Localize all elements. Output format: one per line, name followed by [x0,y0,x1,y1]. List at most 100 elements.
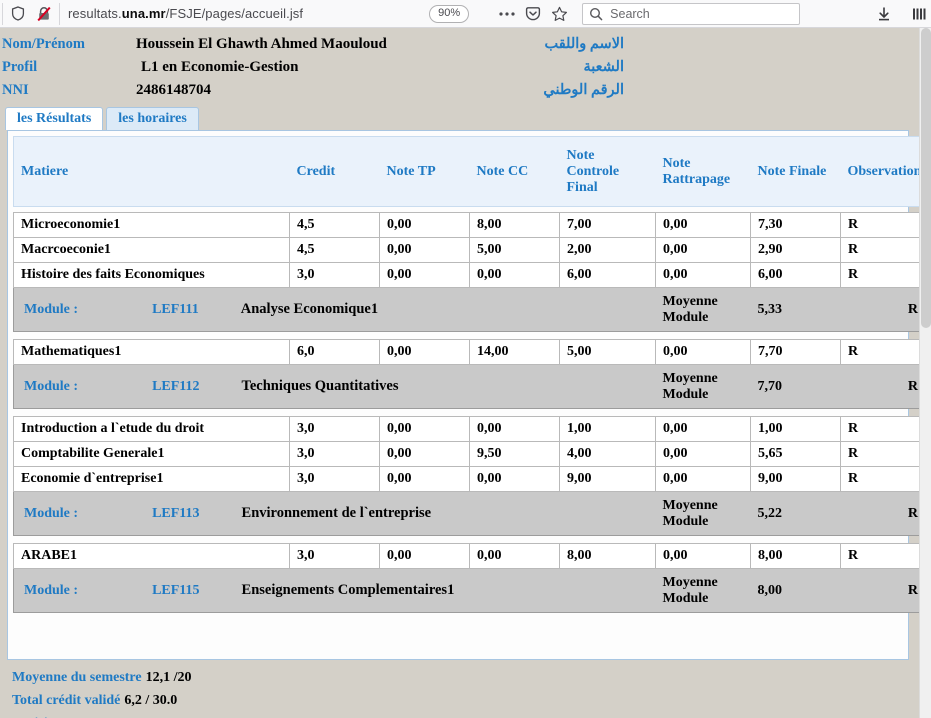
zoom-level-badge[interactable]: 90% [429,4,470,23]
identity-value-name: Houssein El Ghawth Ahmed Maouloud [136,36,387,52]
scrollbar-thumb[interactable] [921,28,931,328]
module-code[interactable]: LEF112 [152,379,199,394]
module-title: Enseignements Complementaires1 [241,582,455,598]
summary-row-credit: Total crédit validé 6,2 / 30.0 [12,689,919,712]
results-panel: Matiere Credit Note TP Note CC Note Cont… [7,130,927,660]
cell-cc: 0,00 [469,416,560,442]
identity-arabic-profil: الشعبة [583,59,624,75]
cell-tp: 0,00 [379,212,470,238]
cell-matiere: Mathematiques1 [13,339,290,365]
pocket-icon[interactable] [520,1,546,27]
summary-row-decision: Decision Semetrev [12,712,919,718]
tab-les-horaires[interactable]: les horaires [106,107,199,130]
cell-finale: 2,90 [750,237,841,263]
cell-cc: 8,00 [469,212,560,238]
url-bar[interactable]: resultats.una.mr/FSJE/pages/accueil.jsf [60,1,303,27]
search-icon [589,7,603,21]
cell-matiere: Economie d`entreprise1 [13,466,290,492]
module-observation: R [840,287,926,332]
cell-tp: 0,00 [379,441,470,467]
summary-value-credit: 6,2 / 30.0 [124,693,178,708]
moyenne-module-label: Moyenne Module [655,568,751,613]
moyenne-module-value: 5,22 [750,491,841,536]
cell-tp: 0,00 [379,262,470,288]
identity-arabic-nni: الرقم الوطني [543,82,624,98]
moyenne-module-value: 5,33 [750,287,841,332]
moyenne-module-label: Moyenne Module [655,491,751,536]
module-blocks-container: Microeconomie1 4,5 0,00 8,00 7,00 0,00 7,30 R Ma… [13,212,926,613]
identity-box[interactable] [2,1,60,27]
cell-ccf: 8,00 [559,543,656,569]
cell-tp: 0,00 [379,466,470,492]
summary-row-moyenne: Moyenne du semestre 12,1 /20 [12,666,919,689]
identity-label-name: Nom/Prénom [2,36,85,52]
cell-credit: 4,5 [289,212,380,238]
cell-ccf: 7,00 [559,212,656,238]
cell-ccf: 2,00 [559,237,656,263]
module-title: Environnement de l`entreprise [241,505,432,521]
module-code[interactable]: LEF113 [152,506,199,521]
table-row: Microeconomie1 4,5 0,00 8,00 7,00 0,00 7,30 R [13,212,926,238]
cell-tp: 0,00 [379,237,470,263]
table-row: Introduction a l`etude du droit 3,0 0,00 0,… [13,416,926,442]
cell-tp: 0,00 [379,543,470,569]
cell-cc: 14,00 [469,339,560,365]
shield-icon[interactable] [5,1,31,27]
cell-cc: 0,00 [469,262,560,288]
search-placeholder: Search [610,6,650,21]
cell-ratt: 0,00 [655,543,751,569]
module-code[interactable]: LEF115 [152,583,199,598]
cell-credit: 3,0 [289,466,380,492]
col-header-note-cc: Note CC [469,136,560,207]
tab-bar: les Résultats les horaires [5,106,919,130]
ellipsis-icon[interactable] [494,1,520,27]
module-label: Module : [24,583,79,598]
table-row: Histoire des faits Economiques 3,0 0,00 0,0… [13,262,926,288]
vertical-scrollbar[interactable] [919,28,931,718]
module-description-cell: Module : LEF112 Techniques Quantitatives [13,364,656,409]
module-summary-row: Module : LEF113 Environnement de l`entrepr… [13,491,926,536]
star-icon[interactable] [546,1,572,27]
library-icon[interactable] [907,1,931,27]
col-header-matiere: Matiere [13,136,290,207]
cell-matiere: Comptabilite Generale1 [13,441,290,467]
cell-ratt: 0,00 [655,441,751,467]
cell-finale: 9,00 [750,466,841,492]
student-identity-header: Nom/Prénom Houssein El Ghawth Ahmed Maou… [0,28,919,106]
insecure-lock-icon[interactable] [31,1,57,27]
cell-credit: 3,0 [289,441,380,467]
summary-label-moyenne: Moyenne du semestre [12,670,142,685]
identity-label-nni: NNI [2,82,29,98]
module-code[interactable]: LEF111 [152,302,199,317]
module-block: Microeconomie1 4,5 0,00 8,00 7,00 0,00 7,30 R Ma… [13,212,926,332]
table-row: Mathematiques1 6,0 0,00 14,00 5,00 0,00 7,70 R [13,339,926,365]
cell-obs: R [840,339,926,365]
cell-obs: R [840,416,926,442]
module-description-cell: Module : LEF113 Environnement de l`entrepr… [13,491,656,536]
col-header-note-rattrapage: Note Rattrapage [655,136,751,207]
identity-arabic-name: الاسم واللقب [544,36,624,52]
cell-ratt: 0,00 [655,339,751,365]
cell-credit: 4,5 [289,237,380,263]
download-icon[interactable] [871,1,897,27]
col-header-note-controle-final: Note Controle Final [559,136,656,207]
module-label: Module : [24,379,79,394]
summary-label-credit: Total crédit validé [12,693,121,708]
table-row: Comptabilite Generale1 3,0 0,00 9,50 4,00 0,0… [13,441,926,467]
cell-ccf: 6,00 [559,262,656,288]
cell-credit: 3,0 [289,262,380,288]
moyenne-module-value: 7,70 [750,364,841,409]
cell-obs: R [840,441,926,467]
results-header-table: Matiere Credit Note TP Note CC Note Cont… [13,136,927,207]
module-description-cell: Module : LEF111 Analyse Economique1 [13,287,656,332]
cell-obs: R [840,543,926,569]
table-header-row: Matiere Credit Note TP Note CC Note Cont… [13,136,927,207]
search-input[interactable]: Search [582,2,801,25]
cell-ratt: 0,00 [655,466,751,492]
module-title: Techniques Quantitatives [241,378,399,394]
tab-les-resultats[interactable]: les Résultats [5,107,104,130]
module-summary-row: Module : LEF111 Analyse Economique1 Moyenne… [13,287,926,332]
cell-obs: R [840,466,926,492]
col-header-note-finale: Note Finale [750,136,841,207]
semester-summary: Moyenne du semestre 12,1 /20 Total crédit… [0,666,919,718]
